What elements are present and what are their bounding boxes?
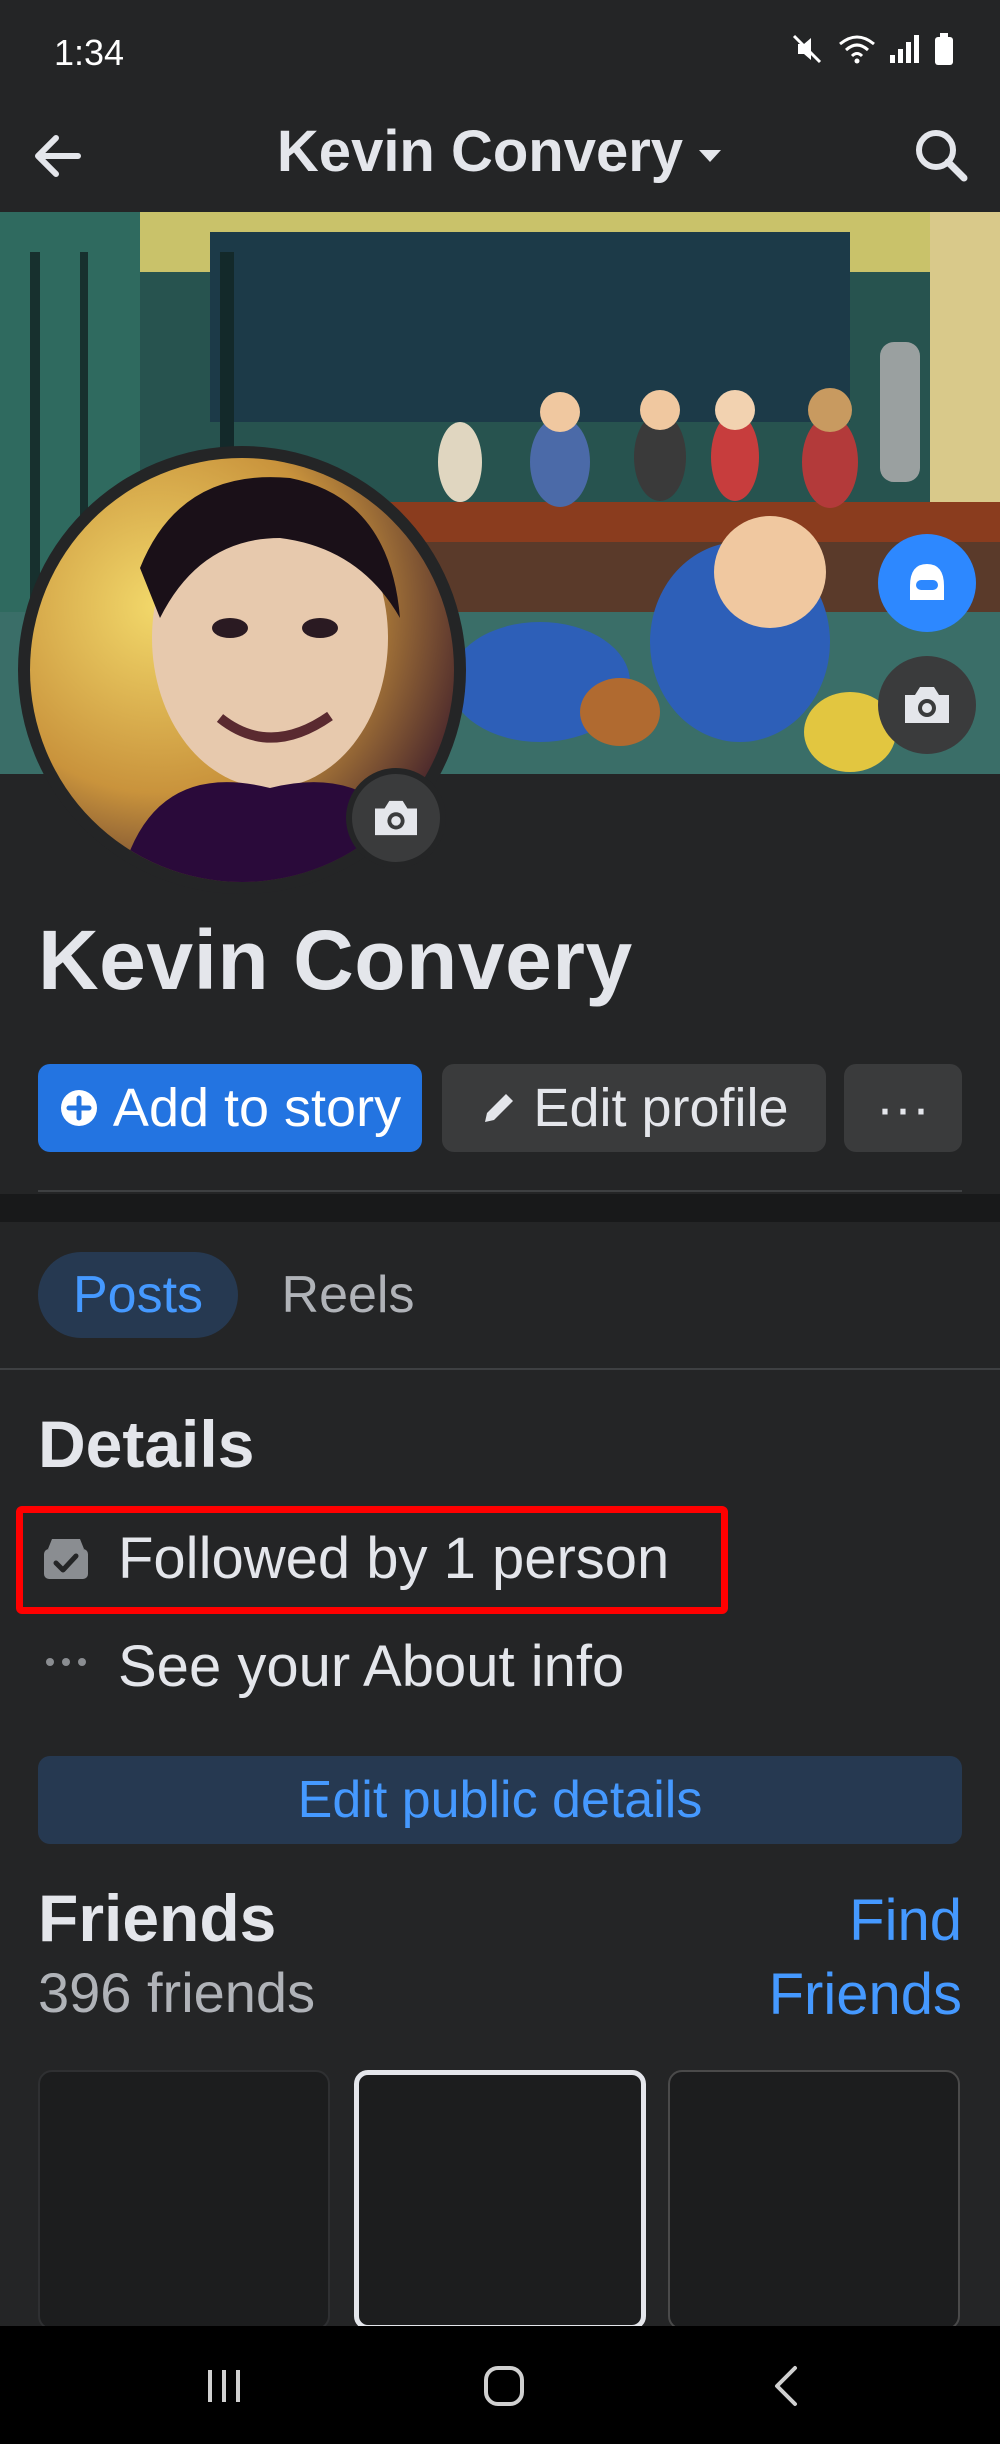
edit-profile-label: Edit profile bbox=[533, 1078, 789, 1138]
status-icons bbox=[790, 32, 954, 66]
system-nav-bar bbox=[0, 2326, 1000, 2444]
search-icon[interactable] bbox=[910, 124, 972, 186]
details-heading: Details bbox=[38, 1407, 255, 1481]
profile-name: Kevin Convery bbox=[38, 913, 633, 1007]
camera-icon bbox=[375, 800, 417, 836]
battery-icon bbox=[935, 33, 953, 65]
recents-icon bbox=[208, 2370, 240, 2402]
status-time: 1:34 bbox=[54, 32, 125, 73]
friend-tile[interactable] bbox=[38, 2070, 330, 2330]
wifi-icon bbox=[839, 35, 875, 64]
avatar-button[interactable] bbox=[878, 534, 976, 632]
add-to-story-label: Add to story bbox=[112, 1078, 402, 1138]
signal-icon bbox=[890, 35, 919, 63]
friends-count: 396 friends bbox=[38, 1961, 316, 2024]
highlight-annotation bbox=[16, 1506, 728, 1614]
home-button[interactable] bbox=[464, 2356, 544, 2416]
pencil-icon bbox=[485, 1094, 514, 1122]
tab-posts[interactable]: Posts bbox=[38, 1252, 238, 1338]
edit-public-details-button[interactable]: Edit public details bbox=[38, 1756, 962, 1844]
divider bbox=[0, 1368, 1000, 1370]
add-to-story-button[interactable]: Add to story bbox=[38, 1064, 422, 1152]
divider bbox=[38, 1190, 962, 1192]
friend-tile[interactable] bbox=[668, 2070, 960, 2330]
camera-icon bbox=[905, 687, 949, 723]
home-icon bbox=[484, 2366, 524, 2406]
caret-down-icon bbox=[699, 149, 722, 162]
avatar-icon bbox=[910, 564, 944, 600]
profile-actions: Add to story Edit profile ··· bbox=[38, 1064, 962, 1152]
header-title: Kevin Convery bbox=[276, 119, 684, 184]
about-info-text: See your About info bbox=[118, 1633, 625, 1699]
system-back-button[interactable] bbox=[746, 2356, 826, 2416]
edit-cover-button[interactable] bbox=[878, 656, 976, 754]
about-info-link[interactable]: See your About info bbox=[38, 1626, 624, 1706]
mute-icon bbox=[792, 34, 822, 64]
tab-reels[interactable]: Reels bbox=[268, 1252, 428, 1338]
more-options-button[interactable]: ··· bbox=[844, 1064, 962, 1152]
top-bar: Kevin Convery bbox=[0, 100, 1000, 212]
find-friends-link[interactable]: Find Friends bbox=[722, 1884, 962, 2032]
plus-circle-icon bbox=[60, 1090, 97, 1126]
friend-tile[interactable] bbox=[354, 2070, 646, 2330]
friends-heading: Friends bbox=[38, 1881, 277, 1955]
edit-profile-picture-button[interactable] bbox=[346, 768, 446, 868]
section-separator bbox=[0, 1194, 1000, 1222]
more-icon: ··· bbox=[876, 1078, 930, 1138]
edit-profile-button[interactable]: Edit profile bbox=[442, 1064, 826, 1152]
profile-switcher[interactable]: Kevin Convery bbox=[0, 118, 1000, 185]
chevron-left-icon bbox=[775, 2366, 797, 2406]
recents-button[interactable] bbox=[184, 2356, 264, 2416]
profile-page: 1:34 Kevin Convery Kevin Convery Add to … bbox=[0, 0, 1000, 2444]
status-bar: 1:34 bbox=[0, 0, 1000, 100]
dots-icon bbox=[38, 1638, 94, 1694]
